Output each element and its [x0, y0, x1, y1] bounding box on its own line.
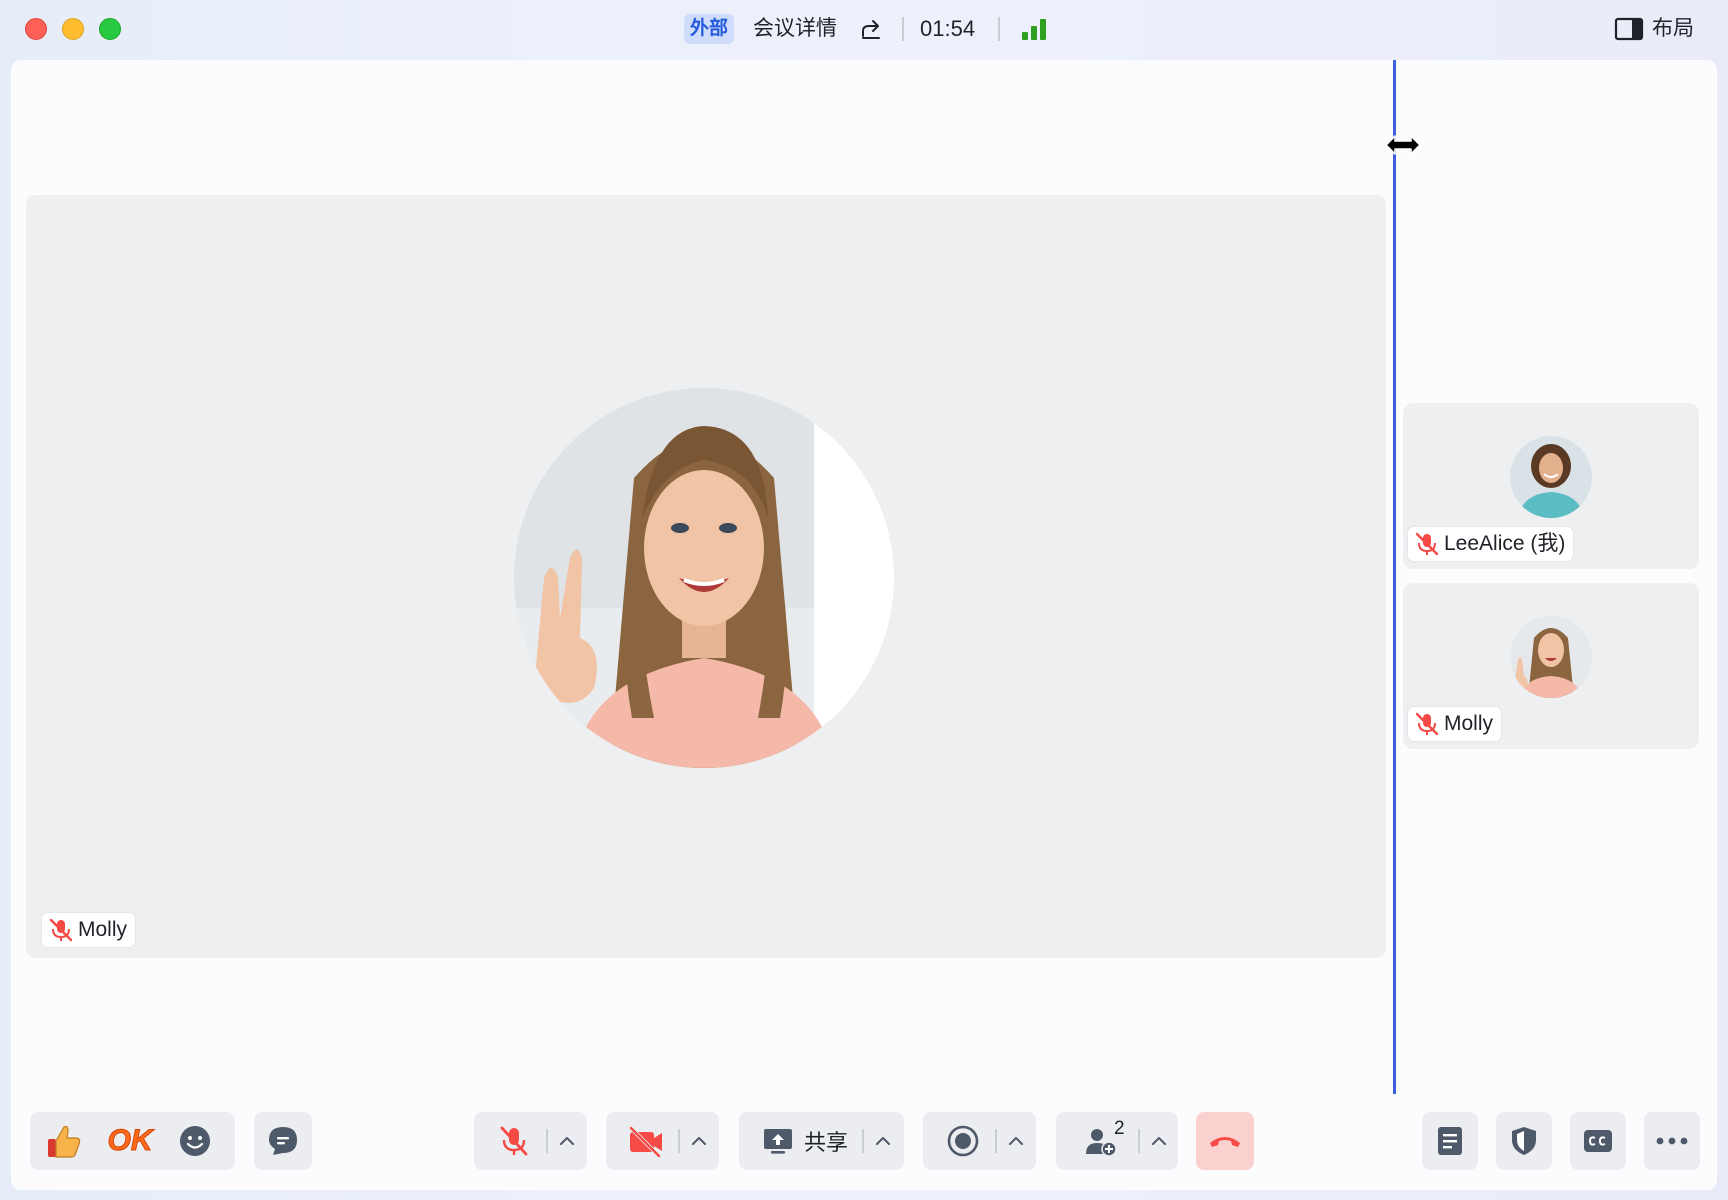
resize-cursor-icon — [1385, 135, 1421, 155]
ok-sticker-icon: OK — [107, 1124, 153, 1158]
share-control: 共享 — [739, 1112, 904, 1170]
participant-name: Molly — [78, 918, 128, 941]
main-video-tile[interactable]: Molly — [26, 195, 1386, 958]
control-divider — [1138, 1129, 1140, 1153]
layout-sidebar-icon — [1614, 17, 1644, 41]
avatar-illustration — [1510, 616, 1592, 698]
chevron-up-icon — [876, 1137, 890, 1145]
avatar-illustration — [514, 388, 894, 768]
control-divider — [546, 1129, 548, 1153]
share-screen-button[interactable]: 共享 — [751, 1112, 859, 1170]
camera-options-button[interactable] — [682, 1112, 716, 1170]
zoom-window-button[interactable] — [99, 18, 121, 40]
chevron-up-icon — [1009, 1137, 1023, 1145]
participant-count: 2 — [1114, 1118, 1125, 1139]
chevron-up-icon — [692, 1137, 706, 1145]
document-icon — [1438, 1127, 1462, 1155]
participant-avatar-large — [514, 388, 894, 768]
notes-button[interactable] — [1422, 1112, 1478, 1170]
hang-up-icon — [1210, 1137, 1240, 1147]
security-button-inner — [1496, 1112, 1552, 1170]
meeting-details-link[interactable]: 会议详情 — [753, 14, 837, 44]
minimize-window-button[interactable] — [62, 18, 84, 40]
mic-muted-icon — [1415, 532, 1439, 556]
participant-name-tag: Molly — [42, 913, 136, 947]
participant-tile[interactable]: Molly — [1403, 583, 1699, 749]
external-tag: 外部 — [684, 14, 734, 44]
title-divider — [902, 17, 904, 41]
thumbs-up-reaction-button[interactable] — [40, 1112, 88, 1170]
record-icon — [947, 1125, 979, 1157]
control-divider — [678, 1129, 680, 1153]
title-divider — [998, 17, 1000, 41]
chat-button[interactable] — [254, 1112, 312, 1170]
participants-button[interactable]: 2 — [1066, 1112, 1136, 1170]
mic-muted-icon — [49, 918, 73, 942]
participant-name: LeeAlice (我) — [1444, 532, 1566, 555]
record-control — [923, 1112, 1036, 1170]
camera-toggle-button[interactable] — [616, 1112, 676, 1170]
leave-meeting-inner — [1196, 1112, 1254, 1170]
chevron-up-icon — [560, 1137, 574, 1145]
participant-name-tag: LeeAlice (我) — [1408, 527, 1574, 561]
avatar-illustration — [1510, 436, 1592, 518]
mic-muted-icon — [500, 1126, 528, 1156]
captions-button[interactable] — [1570, 1112, 1626, 1170]
participant-tile[interactable]: LeeAlice (我) — [1403, 403, 1699, 569]
emoji-picker-button[interactable] — [170, 1112, 220, 1170]
emoji-icon — [180, 1126, 210, 1156]
share-screen-icon — [763, 1129, 792, 1154]
closed-captions-icon — [1584, 1130, 1612, 1152]
layout-label: 布局 — [1652, 17, 1694, 40]
title-bar: 外部 会议详情 01:54 布局 — [0, 0, 1728, 60]
meeting-stage: Molly LeeAlice (我) Molly — [11, 60, 1717, 1190]
participant-avatar — [1510, 436, 1592, 518]
more-dots-icon — [1656, 1137, 1688, 1145]
shield-icon — [1512, 1127, 1536, 1155]
add-participant-icon — [1086, 1129, 1117, 1157]
ok-reaction-button[interactable]: OK — [102, 1112, 158, 1170]
close-window-button[interactable] — [25, 18, 47, 40]
signal-strength-icon[interactable] — [1020, 16, 1048, 42]
notes-button-inner — [1422, 1112, 1478, 1170]
layout-button[interactable]: 布局 — [1612, 12, 1712, 46]
participants-options-button[interactable] — [1142, 1112, 1176, 1170]
record-button[interactable] — [933, 1112, 993, 1170]
reactions-group: OK — [30, 1112, 235, 1170]
more-options-button[interactable] — [1644, 1112, 1700, 1170]
captions-button-inner — [1570, 1112, 1626, 1170]
meeting-timer: 01:54 — [920, 16, 976, 41]
participant-name-tag: Molly — [1408, 707, 1502, 741]
share-options-button[interactable] — [866, 1112, 900, 1170]
chat-bubble-icon — [269, 1127, 297, 1155]
share-link-icon[interactable] — [858, 16, 884, 42]
mute-toggle-button[interactable] — [484, 1112, 544, 1170]
participant-avatar — [1510, 616, 1592, 698]
thumbs-up-icon — [48, 1125, 81, 1158]
microphone-control — [474, 1112, 587, 1170]
participant-name: Molly — [1444, 712, 1494, 735]
panel-resize-handle[interactable] — [1393, 60, 1396, 1094]
leave-meeting-button[interactable] — [1196, 1112, 1254, 1170]
security-button[interactable] — [1496, 1112, 1552, 1170]
camera-control — [606, 1112, 719, 1170]
mic-options-button[interactable] — [550, 1112, 584, 1170]
mic-muted-icon — [1415, 712, 1439, 736]
chat-button-inner — [254, 1112, 312, 1170]
chevron-up-icon — [1152, 1137, 1166, 1145]
camera-off-icon — [629, 1126, 662, 1158]
control-divider — [995, 1129, 997, 1153]
more-options-inner — [1644, 1112, 1700, 1170]
participants-control: 2 — [1056, 1112, 1178, 1170]
share-label: 共享 — [803, 1130, 848, 1155]
record-options-button[interactable] — [999, 1112, 1033, 1170]
control-divider — [862, 1129, 864, 1153]
